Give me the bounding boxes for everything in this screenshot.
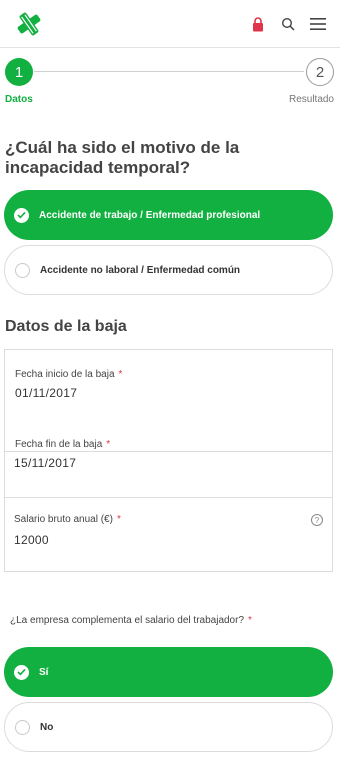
required-mark: * — [106, 439, 111, 450]
app-header — [0, 0, 340, 48]
stepper-line — [34, 71, 304, 72]
step-2-circle[interactable]: 2 — [306, 58, 334, 86]
green-cross-logo-icon[interactable] — [12, 10, 46, 38]
salario-input[interactable] — [14, 533, 294, 547]
fecha-fin-field: Fecha fin de la baja * — [5, 439, 332, 498]
option-label: Accidente de trabajo / Enfermedad profes… — [39, 209, 261, 221]
option-label: Sí — [39, 666, 49, 678]
option-no[interactable]: No — [4, 702, 333, 752]
salario-field: Salario bruto anual (€) * ? — [5, 498, 332, 571]
required-mark: * — [248, 615, 252, 626]
step-1-circle[interactable]: 1 — [5, 58, 33, 86]
checkmark-icon — [14, 664, 29, 680]
option-si[interactable]: Sí — [4, 647, 333, 697]
radio-empty-icon — [15, 719, 30, 735]
question-complemento-title: ¿La empresa complementa el salario del t… — [10, 615, 252, 626]
checkmark-icon — [14, 207, 29, 223]
progress-stepper: 1 2 Datos Resultado — [0, 56, 340, 108]
required-mark: * — [116, 514, 121, 525]
option-accidente-no-laboral[interactable]: Accidente no laboral / Enfermedad común — [4, 245, 333, 295]
menu-icon[interactable] — [308, 14, 328, 34]
field-label: Fecha fin de la baja * — [15, 439, 111, 450]
option-label: No — [40, 721, 54, 733]
option-accidente-trabajo[interactable]: Accidente de trabajo / Enfermedad profes… — [4, 190, 333, 240]
field-label: Salario bruto anual (€) * — [14, 514, 121, 525]
help-icon[interactable]: ? — [311, 514, 323, 526]
fecha-fin-input[interactable] — [14, 456, 294, 470]
search-icon[interactable] — [278, 14, 298, 34]
option-label: Accidente no laboral / Enfermedad común — [40, 264, 241, 276]
fecha-inicio-input[interactable] — [15, 386, 295, 400]
step-2-label: Resultado — [288, 94, 334, 105]
radio-empty-icon — [15, 262, 30, 278]
question-motivo-title: ¿Cuál ha sido el motivo de la incapacida… — [5, 138, 240, 177]
required-mark: * — [118, 369, 123, 380]
field-label: Fecha inicio de la baja * — [15, 369, 123, 380]
lock-icon[interactable] — [248, 14, 268, 34]
fecha-inicio-field: Fecha inicio de la baja * — [5, 350, 332, 452]
section-title: Datos de la baja — [5, 318, 127, 335]
step-1-label: Datos — [5, 94, 33, 105]
